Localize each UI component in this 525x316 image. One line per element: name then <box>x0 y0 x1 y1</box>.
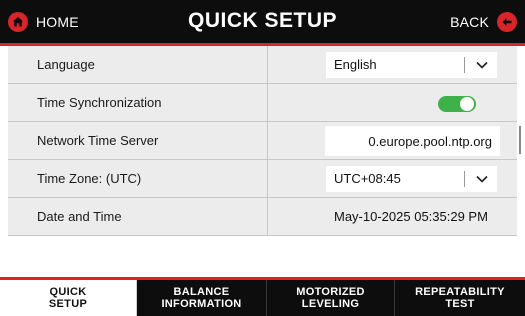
row-divider <box>267 84 268 122</box>
date-time-row: Date and Time May-10-2025 05:35:29 PM <box>8 198 517 236</box>
language-label: Language <box>37 57 95 72</box>
tab-quick-setup[interactable]: QUICK SETUP <box>0 280 137 316</box>
time-sync-label: Time Synchronization <box>37 95 162 110</box>
tab-label: QUICK SETUP <box>48 286 88 310</box>
time-sync-toggle[interactable] <box>438 96 476 112</box>
time-zone-select[interactable]: UTC+08:45 <box>326 166 497 192</box>
time-zone-value: UTC+08:45 <box>334 171 401 186</box>
tab-motorized-leveling[interactable]: MOTORIZED LEVELING <box>267 280 395 316</box>
select-separator <box>464 171 465 187</box>
back-label: BACK <box>450 14 489 30</box>
date-time-value[interactable]: May-10-2025 05:35:29 PM <box>334 198 488 236</box>
scrollbar-thumb[interactable] <box>519 126 521 154</box>
row-divider <box>267 160 268 198</box>
ntp-server-input[interactable] <box>325 126 500 156</box>
page-title: QUICK SETUP <box>187 9 337 32</box>
header-bar: HOME QUICK SETUP BACK <box>0 0 525 43</box>
scrollbar[interactable] <box>517 46 525 242</box>
tab-label: MOTORIZED LEVELING <box>296 286 365 310</box>
tab-balance-information[interactable]: BALANCE INFORMATION <box>137 280 267 316</box>
select-separator <box>464 57 465 73</box>
time-sync-row: Time Synchronization <box>8 84 517 122</box>
language-value: English <box>334 57 377 72</box>
chevron-down-icon <box>476 175 488 183</box>
row-divider <box>267 198 268 236</box>
tab-repeatability-test[interactable]: REPEATABILITY TEST <box>395 280 525 316</box>
tab-label: BALANCE INFORMATION <box>161 286 242 310</box>
time-zone-label: Time Zone: (UTC) <box>37 171 142 186</box>
bottom-tab-bar: QUICK SETUP BALANCE INFORMATION MOTORIZE… <box>0 280 525 316</box>
ntp-server-label: Network Time Server <box>37 133 159 148</box>
tab-label: REPEATABILITY TEST <box>415 286 505 310</box>
language-select[interactable]: English <box>326 52 497 78</box>
language-row: Language English <box>8 46 517 84</box>
row-divider <box>267 122 268 160</box>
ntp-server-row: Network Time Server <box>8 122 517 160</box>
row-divider <box>267 46 268 84</box>
back-arrow-icon <box>497 12 517 32</box>
time-zone-row: Time Zone: (UTC) UTC+08:45 <box>8 160 517 198</box>
date-time-label: Date and Time <box>37 209 122 224</box>
toggle-knob <box>460 97 474 111</box>
chevron-down-icon <box>476 61 488 69</box>
settings-list: Language English Time Synchronization Ne… <box>8 46 517 236</box>
back-button[interactable]: BACK <box>450 11 517 33</box>
